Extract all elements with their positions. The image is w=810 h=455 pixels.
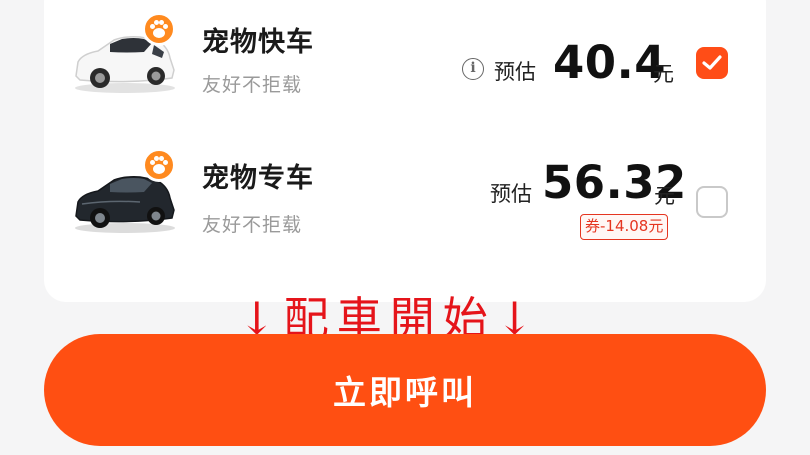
- coupon-badge: 券-14.08元: [580, 214, 669, 240]
- pet-paw-icon: [142, 148, 176, 182]
- pet-paw-icon: [142, 12, 176, 46]
- price-unit: 元: [654, 184, 675, 208]
- option-subtitle: 友好不拒载: [202, 214, 303, 236]
- call-now-button[interactable]: 立即呼叫: [44, 334, 766, 446]
- car-options-card: 宠物快车 友好不拒载 i 预估 40.4 元 宠物专车 友好不拒载 预估 56.…: [44, 0, 766, 302]
- estimated-price: 40.4: [553, 36, 667, 89]
- option-title: 宠物专车: [202, 163, 314, 194]
- info-icon[interactable]: i: [462, 58, 484, 80]
- check-icon: [702, 55, 722, 70]
- option-subtitle: 友好不拒载: [202, 74, 303, 96]
- estimate-label: 预估: [494, 60, 536, 84]
- select-checkbox-checked[interactable]: [696, 47, 728, 79]
- estimate-label: 预估: [490, 182, 532, 206]
- select-checkbox-unchecked[interactable]: [696, 186, 728, 218]
- option-row-pet-express[interactable]: 宠物快车 友好不拒载 i 预估 40.4 元: [44, 0, 766, 110]
- price-unit: 元: [653, 62, 674, 86]
- option-title: 宠物快车: [202, 27, 314, 58]
- option-row-pet-premier[interactable]: 宠物专车 友好不拒载 预估 56.32 元 券-14.08元: [44, 140, 766, 250]
